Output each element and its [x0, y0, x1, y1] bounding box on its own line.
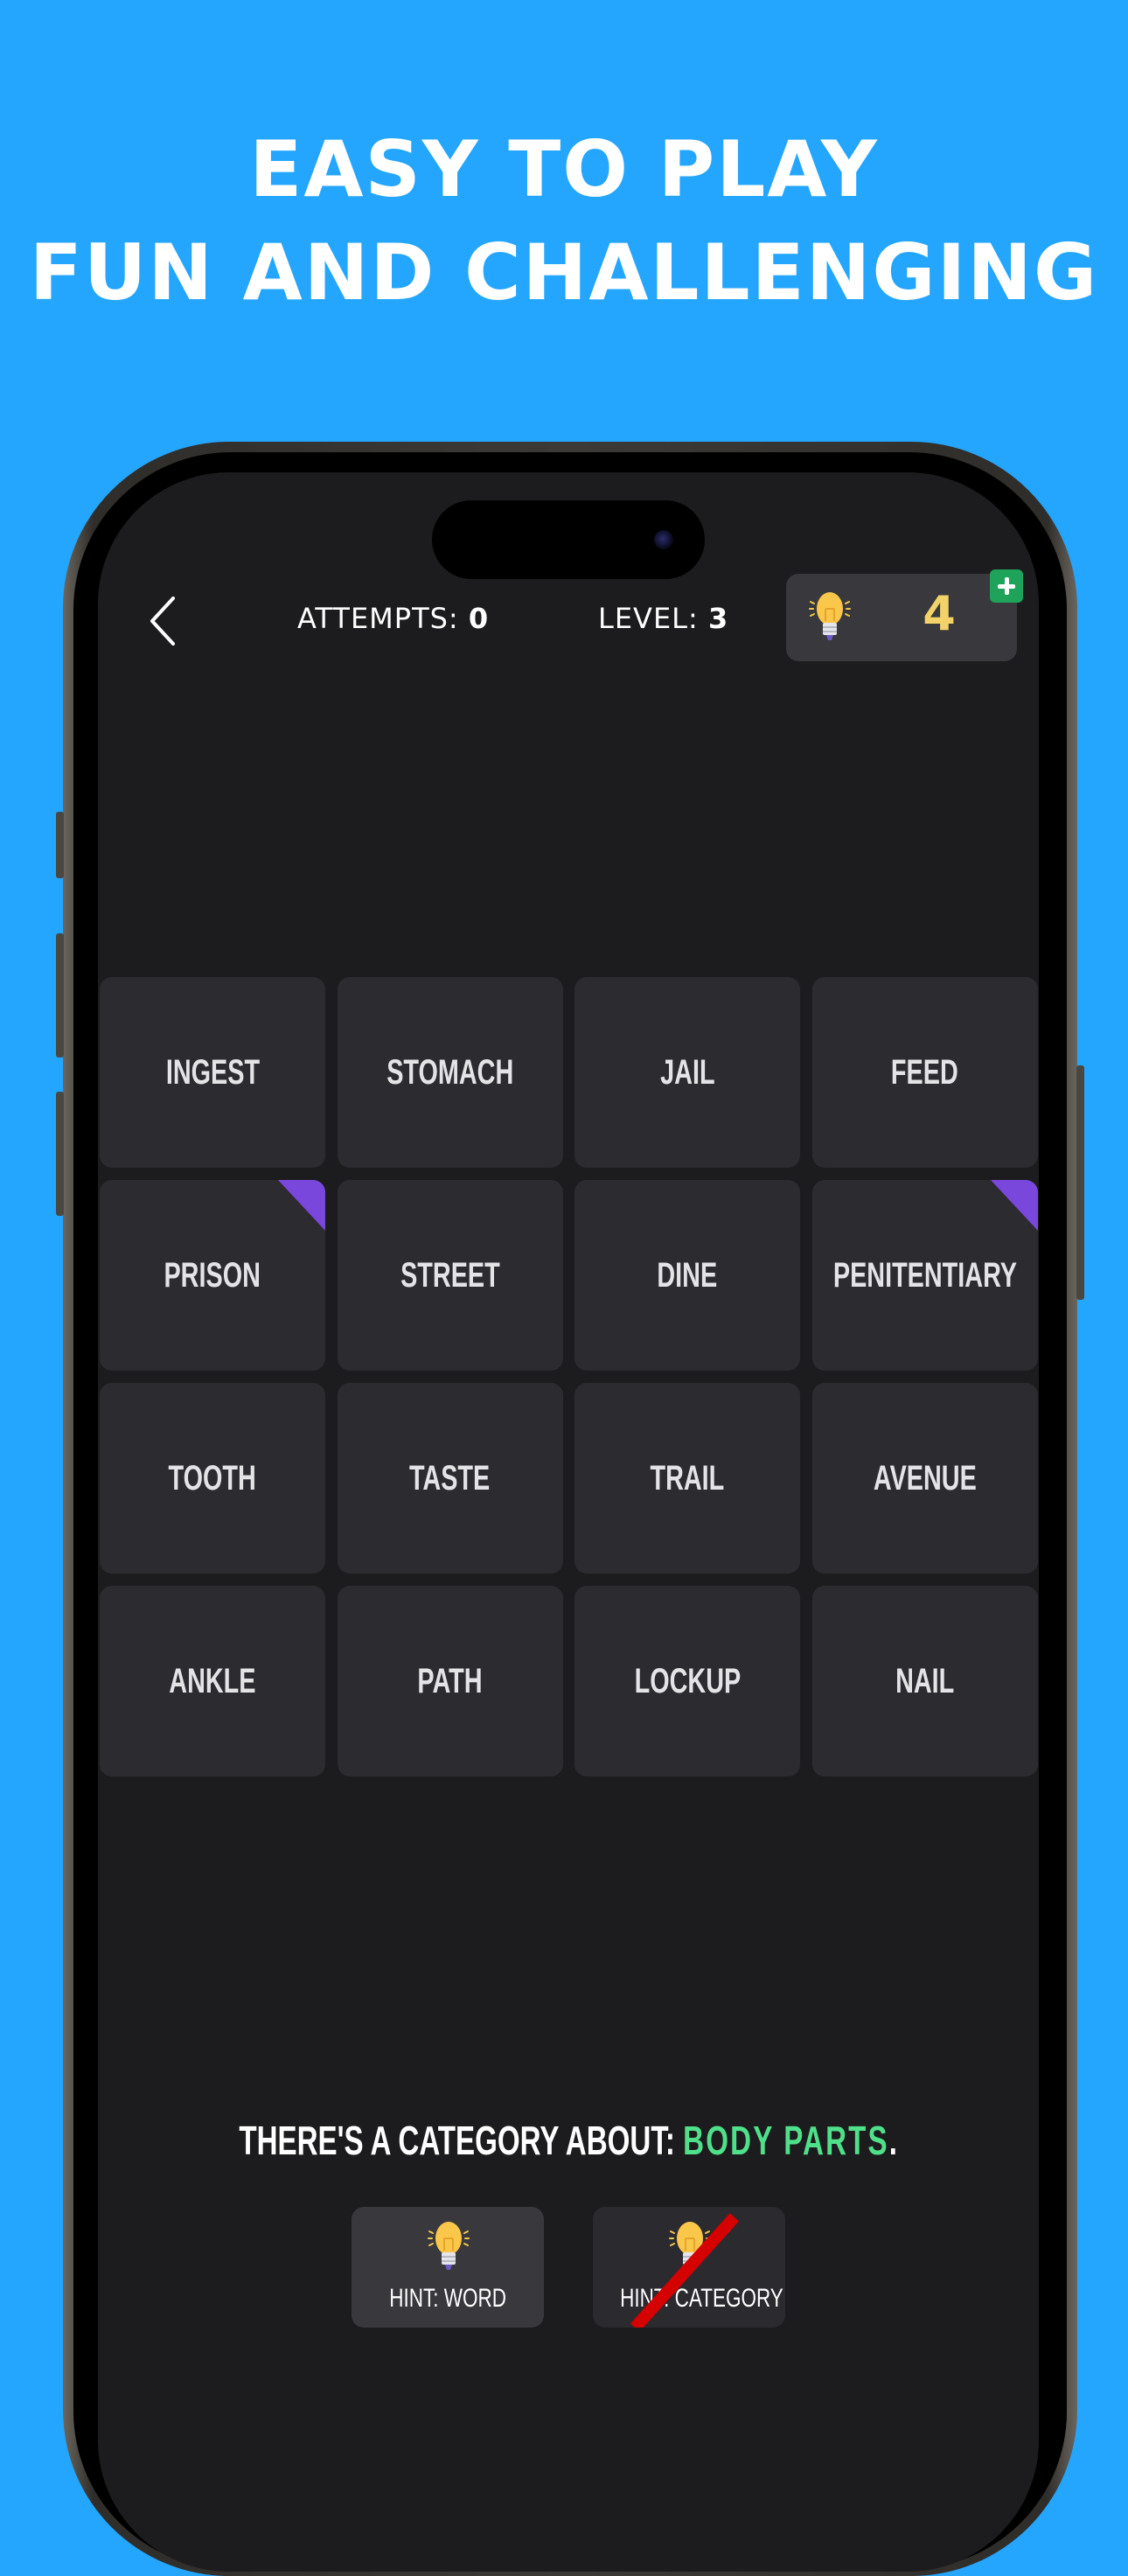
phone-volume-up-button — [56, 933, 64, 1058]
word-grid: INGEST STOMACH JAIL FEED PRISON STREET DINE PEN… — [100, 977, 1038, 1777]
word-tile[interactable]: ANKLE — [100, 1586, 325, 1777]
word-tile-label: PATH — [417, 1661, 483, 1700]
word-tile-label: NAIL — [895, 1661, 955, 1700]
word-tile-label: TASTE — [409, 1458, 491, 1497]
attempts-value: 0 — [468, 602, 490, 635]
attempts-label: ATTEMPTS: — [297, 602, 459, 635]
word-tile[interactable]: LOCKUP — [574, 1586, 800, 1777]
category-hint-text: THERE'S A CATEGORY ABOUT: BODY PARTS. — [98, 2117, 1039, 2164]
word-tile[interactable]: TASTE — [337, 1383, 563, 1574]
word-tile-label: FEED — [891, 1052, 958, 1092]
word-tile-label: TRAIL — [650, 1458, 725, 1497]
hints-counter[interactable]: 4 — [786, 574, 1017, 661]
word-tile[interactable]: PRISON — [100, 1180, 325, 1371]
word-tile[interactable]: JAIL — [574, 977, 800, 1168]
word-tile-label: AVENUE — [873, 1458, 977, 1497]
word-tile[interactable]: TRAIL — [574, 1383, 800, 1574]
phone-action-button — [56, 812, 64, 878]
word-tile-label: JAIL — [659, 1052, 715, 1092]
phone-volume-down-button — [56, 1092, 64, 1216]
promo-headline-line1: EASY TO PLAY — [249, 124, 879, 214]
hints-count: 4 — [923, 586, 956, 641]
lightbulb-icon — [428, 2222, 470, 2270]
word-tile-label: STOMACH — [386, 1052, 514, 1092]
word-tile-label: LOCKUP — [634, 1661, 741, 1700]
word-tile[interactable]: TOOTH — [100, 1383, 325, 1574]
camera-icon — [654, 530, 673, 549]
level-label: LEVEL: — [598, 602, 699, 635]
word-tile[interactable]: NAIL — [811, 1586, 1038, 1777]
tile-corner-flag — [278, 1180, 325, 1231]
hint-word-label: HINT: WORD — [389, 2284, 506, 2313]
chevron-left-icon — [150, 597, 175, 646]
add-hints-button[interactable] — [990, 569, 1023, 603]
level-value: 3 — [707, 602, 729, 635]
word-tile[interactable]: FEED — [811, 977, 1038, 1168]
word-tile[interactable]: DINE — [574, 1180, 800, 1371]
hint-word-button[interactable]: HINT: WORD — [352, 2207, 544, 2328]
game-screen: ATTEMPTS: 0 LEVEL: 3 4 INGEST STOMACH JAIL… — [98, 472, 1039, 2572]
word-tile-label: TOOTH — [168, 1458, 257, 1497]
word-tile-label: ANKLE — [169, 1661, 256, 1700]
word-tile-label: PRISON — [164, 1255, 261, 1295]
word-tile[interactable]: INGEST — [100, 977, 325, 1168]
hint-category-button[interactable]: HINT: CATEGORY — [593, 2207, 785, 2328]
tile-corner-flag — [990, 1180, 1038, 1231]
word-tile[interactable]: AVENUE — [811, 1383, 1038, 1574]
promo-headline-line2: FUN AND CHALLENGING — [29, 227, 1099, 318]
word-tile-label: INGEST — [165, 1052, 260, 1092]
back-button[interactable] — [147, 595, 182, 647]
category-hint-name: BODY PARTS — [683, 2118, 890, 2163]
word-tile[interactable]: STREET — [337, 1180, 563, 1371]
level-indicator: LEVEL: 3 — [598, 602, 728, 635]
lightbulb-icon — [809, 592, 851, 640]
category-hint-prefix: THERE'S A CATEGORY ABOUT: — [239, 2118, 676, 2163]
word-tile-label: DINE — [657, 1255, 718, 1295]
dynamic-island — [432, 500, 705, 579]
word-tile[interactable]: PENITENTIARY — [811, 1180, 1038, 1371]
attempts-counter: ATTEMPTS: 0 — [297, 602, 489, 635]
word-tile[interactable]: PATH — [337, 1586, 563, 1777]
word-tile-label: STREET — [400, 1255, 500, 1295]
word-tile[interactable]: STOMACH — [337, 977, 563, 1168]
phone-power-button — [1076, 1065, 1084, 1300]
category-hint-suffix: . — [889, 2118, 898, 2163]
word-tile-label: PENITENTIARY — [832, 1255, 1017, 1295]
